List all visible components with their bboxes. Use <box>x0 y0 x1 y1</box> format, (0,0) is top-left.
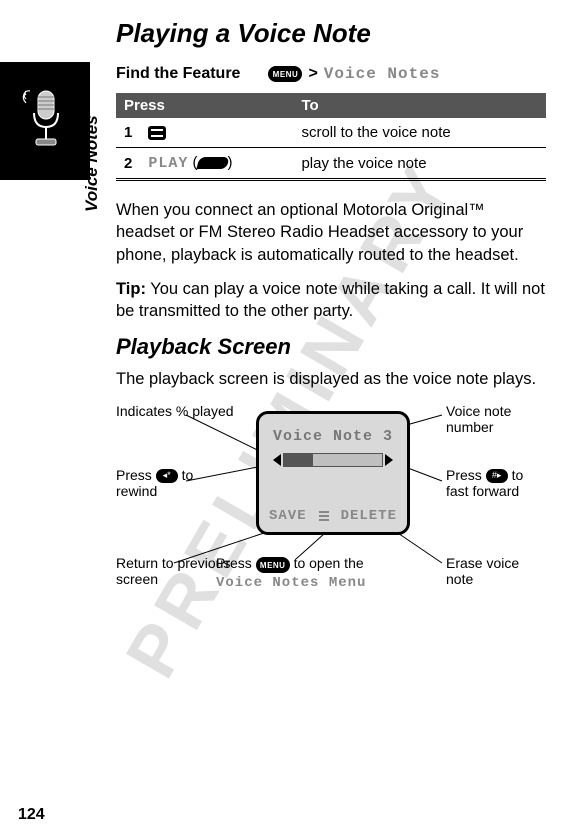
col-to: To <box>293 93 546 118</box>
body-text: The playback screen is displayed as the … <box>116 368 546 390</box>
menu-key-icon: MENU <box>268 66 302 82</box>
nav-key-icon <box>148 126 166 140</box>
softkey-label: PLAY <box>148 155 188 172</box>
paragraph: The playback screen is displayed as the … <box>116 368 546 390</box>
callout-erase: Erase voice note <box>446 555 546 589</box>
step-number: 2 <box>116 148 140 180</box>
page-number: 124 <box>18 806 45 824</box>
softkey-icon <box>196 157 229 169</box>
menu-key-icon: MENU <box>256 557 290 573</box>
callout-fast-forward: Press #▸ to fast forward <box>446 467 546 501</box>
playback-diagram: Voice Note 3 SAVE DELETE Indicates % pla… <box>116 403 546 633</box>
nav-path-item: Voice Notes <box>324 65 441 83</box>
find-the-feature-label: Find the Feature <box>116 65 240 83</box>
forward-arrow-icon <box>385 454 393 466</box>
callout-text: Press <box>216 555 256 571</box>
page-title: Playing a Voice Note <box>116 18 546 49</box>
side-section-label: Voice Notes <box>82 115 102 212</box>
body-text: When you connect an optional Motorola Or… <box>116 199 546 322</box>
callout-open-menu: Press MENU to open the Voice Notes Menu <box>216 555 416 593</box>
step-number: 1 <box>116 118 140 148</box>
paragraph: When you connect an optional Motorola Or… <box>116 199 546 266</box>
breadcrumb-separator: > <box>308 65 317 83</box>
progress-bar <box>283 453 383 467</box>
press-cell <box>140 118 293 148</box>
tip-text: You can play a voice note while taking a… <box>116 280 545 320</box>
callout-note-number: Voice note number <box>446 403 546 437</box>
microphone-icon <box>20 85 70 157</box>
star-key-icon: ◂* <box>156 469 178 483</box>
voice-note-title: Voice Note 3 <box>259 428 407 445</box>
to-cell: play the voice note <box>293 148 546 180</box>
table-row: 1 scroll to the voice note <box>116 118 546 148</box>
callout-text: to open the <box>290 555 364 571</box>
callout-text: Press <box>116 467 156 483</box>
menu-name: Voice Notes Menu <box>216 575 366 591</box>
steps-table: Press To 1 scroll to the voice note 2 PL… <box>116 93 546 181</box>
press-cell: PLAY () <box>140 148 293 180</box>
side-icon-block: Voice Notes <box>0 62 90 180</box>
softkey-row: SAVE DELETE <box>259 508 407 524</box>
callout-text: Press <box>446 467 486 483</box>
callout-rewind: Press ◂* to rewind <box>116 467 236 501</box>
phone-screen: Voice Note 3 SAVE DELETE <box>256 411 410 535</box>
subheading: Playback Screen <box>116 334 546 360</box>
icon-box <box>0 62 90 180</box>
progress-row <box>259 453 407 467</box>
find-the-feature-row: Find the Feature MENU > Voice Notes <box>116 65 546 83</box>
rewind-arrow-icon <box>273 454 281 466</box>
left-softkey-label: SAVE <box>269 508 307 524</box>
callout-percent-played: Indicates % played <box>116 403 234 420</box>
table-row: 2 PLAY () play the voice note <box>116 148 546 180</box>
tip-paragraph: Tip: You can play a voice note while tak… <box>116 278 546 323</box>
tip-label: Tip: <box>116 280 146 298</box>
col-press: Press <box>116 93 293 118</box>
nav-path: MENU > Voice Notes <box>268 65 440 83</box>
to-cell: scroll to the voice note <box>293 118 546 148</box>
right-softkey-label: DELETE <box>341 508 397 524</box>
menu-indicator-icon <box>319 511 329 521</box>
progress-fill <box>284 454 313 466</box>
pound-key-icon: #▸ <box>486 469 508 483</box>
